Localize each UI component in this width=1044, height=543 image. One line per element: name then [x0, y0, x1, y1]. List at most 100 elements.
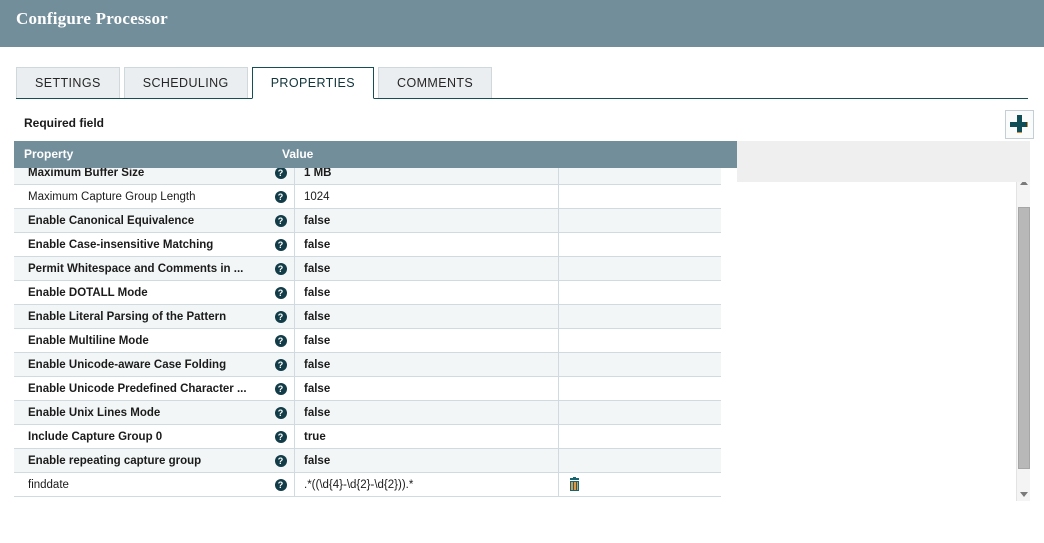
table-row[interactable]: Enable DOTALL Mode? false	[14, 281, 721, 305]
table-row[interactable]: Maximum Capture Group Length? 1024	[14, 185, 721, 209]
property-name-cell: Enable Multiline Mode	[28, 334, 149, 347]
tab-comments[interactable]: COMMENTS	[378, 67, 493, 99]
question-mark-glyph: ?	[274, 262, 287, 275]
question-mark-glyph: ?	[274, 310, 287, 323]
help-icon[interactable]: ?	[267, 473, 295, 496]
trash-icon[interactable]	[569, 477, 580, 491]
question-mark-glyph: ?	[274, 382, 287, 395]
property-value-cell[interactable]: false	[295, 257, 559, 280]
property-name-cell: Enable repeating capture group	[28, 454, 202, 467]
tab-properties[interactable]: PROPERTIES	[251, 67, 375, 99]
row-action-cell	[559, 329, 721, 352]
column-header-property: Property	[24, 147, 74, 161]
help-icon[interactable]: ?	[267, 209, 295, 232]
configure-processor-dialog: Configure Processor SETTINGS SCHEDULING PR…	[0, 0, 1044, 543]
help-icon[interactable]: ?	[267, 425, 295, 448]
table-scrollbar[interactable]	[1016, 175, 1030, 501]
help-icon[interactable]: ?	[267, 377, 295, 400]
table-row[interactable]: Enable Literal Parsing of the Pattern? fa…	[14, 305, 721, 329]
row-action-cell	[559, 425, 721, 448]
table-row[interactable]: Enable Multiline Mode? false	[14, 329, 721, 353]
header-right-filler	[737, 141, 1030, 168]
row-action-cell	[559, 233, 721, 256]
question-mark-glyph: ?	[274, 238, 287, 251]
property-value-cell[interactable]: false	[295, 401, 559, 424]
help-icon[interactable]: ?	[267, 353, 295, 376]
tab-settings[interactable]: SETTINGS	[16, 67, 120, 99]
dialog-footer: http://blog.csdn.net/sinat_34233802 CANC…	[0, 505, 1044, 543]
question-mark-glyph: ?	[274, 454, 287, 467]
question-mark-glyph: ?	[274, 478, 287, 491]
plus-icon	[1010, 115, 1028, 133]
question-mark-glyph: ?	[274, 430, 287, 443]
help-icon[interactable]: ?	[267, 281, 295, 304]
property-name-cell: Maximum Capture Group Length	[28, 190, 196, 203]
property-name-cell: Enable Case-insensitive Matching	[28, 238, 214, 251]
question-mark-glyph: ?	[274, 406, 287, 419]
tab-scheduling[interactable]: SCHEDULING	[123, 67, 248, 99]
property-name-cell: Include Capture Group 0	[28, 430, 163, 443]
property-name-cell: Enable Unicode Predefined Character ...	[28, 382, 247, 395]
property-name-cell: Enable Literal Parsing of the Pattern	[28, 310, 227, 323]
add-property-button[interactable]	[1005, 110, 1034, 139]
row-action-cell	[559, 257, 721, 280]
help-icon[interactable]: ?	[267, 401, 295, 424]
question-mark-glyph: ?	[274, 214, 287, 227]
table-row[interactable]: Enable Unicode-aware Case Folding? false	[14, 353, 721, 377]
question-mark-glyph: ?	[274, 190, 287, 203]
row-action-cell	[559, 209, 721, 232]
table-row[interactable]: Permit Whitespace and Comments in ...? fa…	[14, 257, 721, 281]
help-icon[interactable]: ?	[267, 185, 295, 208]
row-action-cell	[559, 377, 721, 400]
question-mark-glyph: ?	[274, 358, 287, 371]
property-value-cell[interactable]: false	[295, 329, 559, 352]
row-action-cell	[559, 473, 721, 496]
tab-list: SETTINGS SCHEDULING PROPERTIES COMMENTS	[16, 67, 496, 99]
property-name-cell: Enable Unix Lines Mode	[28, 406, 161, 419]
property-name-cell: Enable Canonical Equivalence	[28, 214, 195, 227]
properties-table-header: Property Value	[14, 141, 1030, 168]
property-value-cell[interactable]: .*((\d{4}-\d{2}-\d{2})).*	[295, 473, 559, 496]
row-action-cell	[559, 281, 721, 304]
property-value-cell[interactable]: false	[295, 209, 559, 232]
help-icon[interactable]: ?	[267, 329, 295, 352]
property-value-cell[interactable]: false	[295, 449, 559, 472]
row-action-cell	[559, 305, 721, 328]
caret-down-icon[interactable]	[1017, 487, 1031, 501]
help-icon[interactable]: ?	[267, 233, 295, 256]
property-value-cell[interactable]: false	[295, 305, 559, 328]
help-icon[interactable]: ?	[267, 449, 295, 472]
property-name-cell: finddate	[28, 478, 69, 491]
property-name-cell: Enable DOTALL Mode	[28, 286, 148, 299]
table-row[interactable]: Enable Unix Lines Mode? false	[14, 401, 721, 425]
table-row[interactable]: Enable repeating capture group? false	[14, 449, 721, 473]
dialog-titlebar: Configure Processor	[0, 0, 1044, 47]
tab-strip: SETTINGS SCHEDULING PROPERTIES COMMENTS	[0, 47, 1044, 99]
help-icon[interactable]: ?	[267, 305, 295, 328]
property-value-cell[interactable]: true	[295, 425, 559, 448]
table-row[interactable]: Include Capture Group 0? true	[14, 425, 721, 449]
table-row[interactable]: Enable Unicode Predefined Character ...?…	[14, 377, 721, 401]
property-value-cell[interactable]: false	[295, 353, 559, 376]
property-name-cell: Enable Unicode-aware Case Folding	[28, 358, 227, 371]
property-name-cell: Permit Whitespace and Comments in ...	[28, 262, 244, 275]
question-mark-glyph: ?	[274, 286, 287, 299]
row-action-cell	[559, 353, 721, 376]
column-header-value: Value	[282, 147, 314, 161]
property-value-cell[interactable]: false	[295, 377, 559, 400]
table-row[interactable]: Enable Canonical Equivalence? false	[14, 209, 721, 233]
property-value-cell[interactable]: false	[295, 281, 559, 304]
row-action-cell	[559, 401, 721, 424]
property-value-cell[interactable]: 1024	[295, 185, 559, 208]
required-field-label: Required field	[24, 116, 105, 130]
tab-underline	[16, 98, 1028, 99]
header-filler-strip	[737, 168, 1030, 182]
properties-table-body: Maximum Buffer Size? 1 MB Maximum Capture …	[14, 161, 721, 497]
help-icon[interactable]: ?	[267, 257, 295, 280]
question-mark-glyph: ?	[274, 334, 287, 347]
table-row[interactable]: finddate? .*((\d{4}-\d{2}-\d{2})).*	[14, 473, 721, 497]
scrollbar-thumb[interactable]	[1018, 207, 1030, 469]
question-mark-glyph: ?	[274, 166, 287, 179]
property-value-cell[interactable]: false	[295, 233, 559, 256]
table-row[interactable]: Enable Case-insensitive Matching? false	[14, 233, 721, 257]
